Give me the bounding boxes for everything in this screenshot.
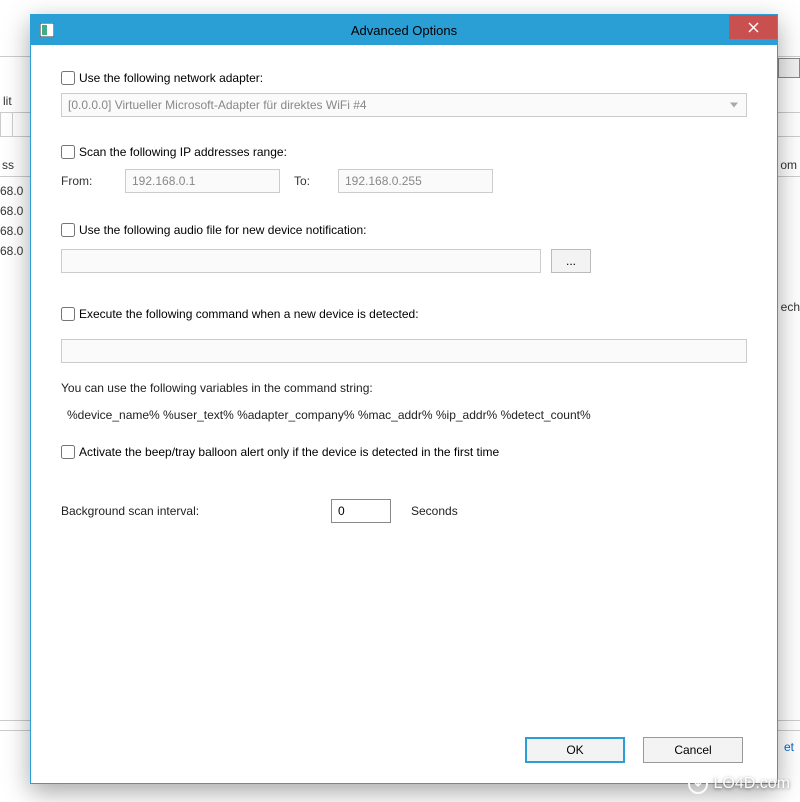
bg-divider-v	[12, 112, 13, 136]
scan-interval-unit: Seconds	[411, 504, 458, 518]
bg-ip-cell: 68.0	[0, 244, 23, 258]
ok-button[interactable]: OK	[525, 737, 625, 763]
audio-file-input[interactable]	[61, 249, 541, 273]
adapter-value: [0.0.0.0] Virtueller Microsoft-Adapter f…	[68, 98, 367, 112]
cancel-button[interactable]: Cancel	[643, 737, 743, 763]
advanced-options-dialog: Advanced Options Use the following netwo…	[30, 14, 778, 784]
watermark-icon	[688, 774, 708, 794]
close-button[interactable]	[729, 15, 777, 39]
browse-label: ...	[566, 254, 576, 268]
ip-to-input[interactable]	[338, 169, 493, 193]
close-icon	[748, 22, 759, 33]
cmd-variables-text: %device_name% %user_text% %adapter_compa…	[61, 405, 747, 425]
bg-link-fragment: et	[784, 740, 794, 754]
beep-first-time-label: Activate the beep/tray balloon alert onl…	[79, 445, 499, 459]
dialog-title: Advanced Options	[31, 23, 777, 38]
bg-ip-cell: 68.0	[0, 184, 23, 198]
scan-interval-input[interactable]	[331, 499, 391, 523]
use-adapter-checkbox[interactable]	[61, 71, 75, 85]
use-audio-label: Use the following audio file for new dev…	[79, 223, 367, 237]
bg-col-header-right: om	[780, 158, 797, 172]
cancel-label: Cancel	[674, 743, 711, 757]
use-audio-checkbox[interactable]	[61, 223, 75, 237]
scan-interval-label: Background scan interval:	[61, 504, 321, 518]
watermark-text: LO4D.com	[714, 775, 790, 793]
scan-iprange-checkbox[interactable]	[61, 145, 75, 159]
dialog-body: Use the following network adapter: [0.0.…	[31, 45, 777, 783]
bg-window-button	[778, 58, 800, 78]
cmd-input[interactable]	[61, 339, 747, 363]
titlebar[interactable]: Advanced Options	[31, 15, 777, 45]
use-adapter-label: Use the following network adapter:	[79, 71, 263, 85]
bg-ip-cell: 68.0	[0, 204, 23, 218]
bg-ip-cell: 68.0	[0, 224, 23, 238]
execute-cmd-label: Execute the following command when a new…	[79, 307, 419, 321]
ip-from-input[interactable]	[125, 169, 280, 193]
adapter-combobox[interactable]: [0.0.0.0] Virtueller Microsoft-Adapter f…	[61, 93, 747, 117]
audio-browse-button[interactable]: ...	[551, 249, 591, 273]
execute-cmd-checkbox[interactable]	[61, 307, 75, 321]
bg-divider-v2	[0, 112, 1, 136]
watermark: LO4D.com	[688, 774, 790, 794]
scan-iprange-label: Scan the following IP addresses range:	[79, 145, 287, 159]
bg-col-header: ss	[2, 158, 14, 172]
ip-to-label: To:	[294, 174, 324, 188]
ip-from-label: From:	[61, 174, 111, 188]
bg-menu-item: lit	[3, 94, 12, 108]
beep-first-time-checkbox[interactable]	[61, 445, 75, 459]
bg-cell-right: ech	[781, 300, 800, 314]
ok-label: OK	[566, 743, 583, 757]
cmd-help-text: You can use the following variables in t…	[61, 381, 747, 395]
